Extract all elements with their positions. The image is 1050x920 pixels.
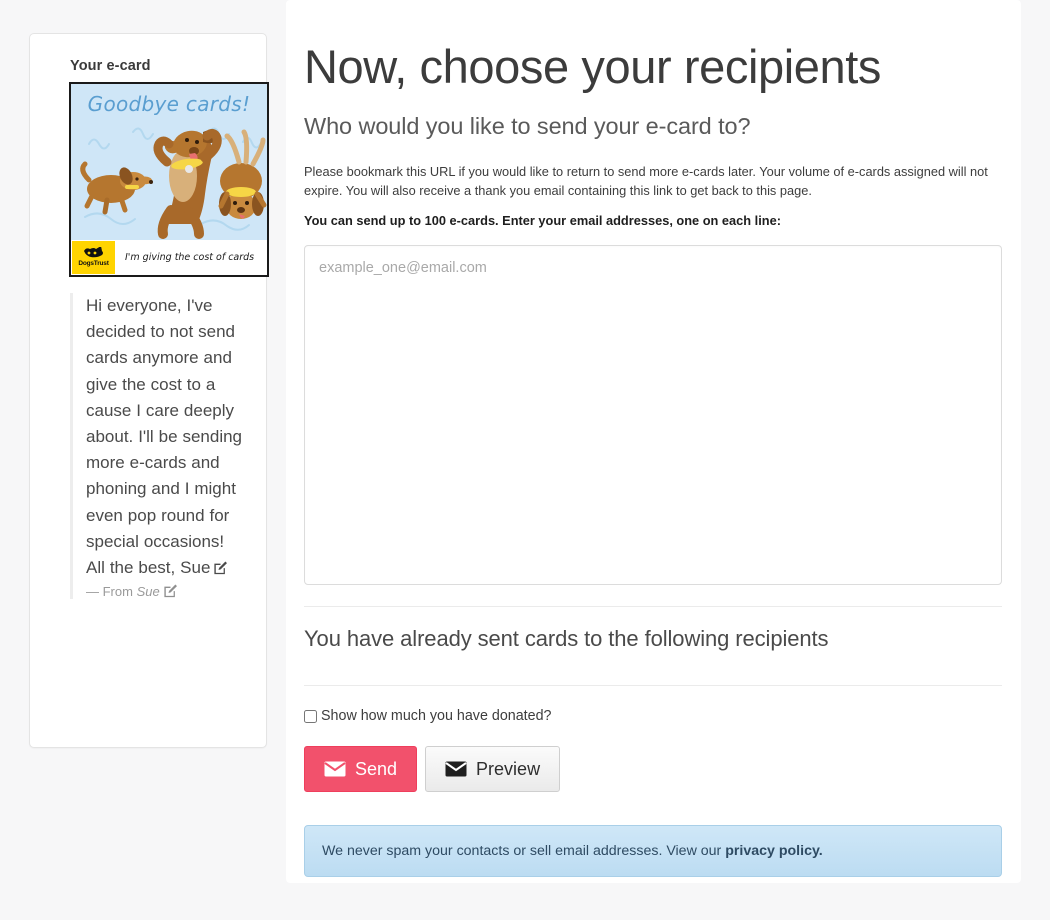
dog-head-icon <box>83 247 103 258</box>
send-button-label: Send <box>355 758 398 779</box>
recipients-input[interactable] <box>304 245 1002 585</box>
page-title: Now, choose your recipients <box>304 40 881 93</box>
ecard-message-block: Hi everyone, I've decided to not send ca… <box>70 293 242 600</box>
from-prefix: — From <box>86 584 133 600</box>
ecard-preview-label: Your e-card <box>70 58 151 74</box>
main-content-inner: Now, choose your recipients Who would yo… <box>286 0 1021 877</box>
ecard-tagline: I'm giving the cost of cards <box>125 252 255 263</box>
intro-paragraph: Please bookmark this URL if you would li… <box>304 164 988 198</box>
show-donation-label: Show how much you have donated? <box>321 708 552 724</box>
dogs-trust-logo-text: DogsTrust <box>78 260 109 267</box>
main-content-panel: Now, choose your recipients Who would yo… <box>286 0 1021 883</box>
donation-checkbox-row[interactable]: Show how much you have donated? <box>304 708 1003 724</box>
envelope-icon <box>445 761 467 777</box>
ecard-preview-panel: Your e-card Goodbye cards! DogsTrust I'm… <box>29 33 269 748</box>
preview-button-label: Preview <box>476 758 541 779</box>
privacy-policy-link[interactable]: privacy policy. <box>725 843 823 859</box>
divider-below-sent-list <box>304 685 1002 686</box>
show-donation-checkbox[interactable] <box>304 709 317 723</box>
edit-from-icon[interactable] <box>163 584 178 598</box>
privacy-notice-text: We never spam your contacts or sell emai… <box>322 843 726 859</box>
divider-above-sent-list <box>304 606 1002 607</box>
edit-message-icon[interactable] <box>213 561 228 575</box>
privacy-notice: We never spam your contacts or sell emai… <box>304 825 1002 877</box>
ecard-footer: DogsTrust I'm giving the cost of cards <box>71 240 267 275</box>
envelope-icon <box>324 761 346 777</box>
ecard-thumbnail[interactable]: Goodbye cards! DogsTrust I'm giving the … <box>69 82 269 277</box>
ecard-from-line: — From Sue <box>86 584 242 599</box>
action-button-row: Send Preview <box>304 746 1003 792</box>
ecard-title-text: Goodbye cards! <box>87 92 251 116</box>
preview-button[interactable]: Preview <box>425 746 561 792</box>
dogs-trust-logo: DogsTrust <box>72 241 115 274</box>
ecard-message-body: Hi everyone, I've decided to not send ca… <box>86 296 243 578</box>
page-subtitle: Who would you like to send your e-card t… <box>304 113 751 139</box>
already-sent-heading: You have already sent cards to the follo… <box>304 626 829 651</box>
ecard-message-text: Hi everyone, I've decided to not send ca… <box>86 293 242 581</box>
from-name: Sue <box>136 584 160 600</box>
send-button[interactable]: Send <box>304 746 418 792</box>
ecard-recipients-page: Your e-card Goodbye cards! DogsTrust I'm… <box>0 0 1050 920</box>
send-limit-text: You can send up to 100 e-cards. Enter yo… <box>304 213 781 228</box>
